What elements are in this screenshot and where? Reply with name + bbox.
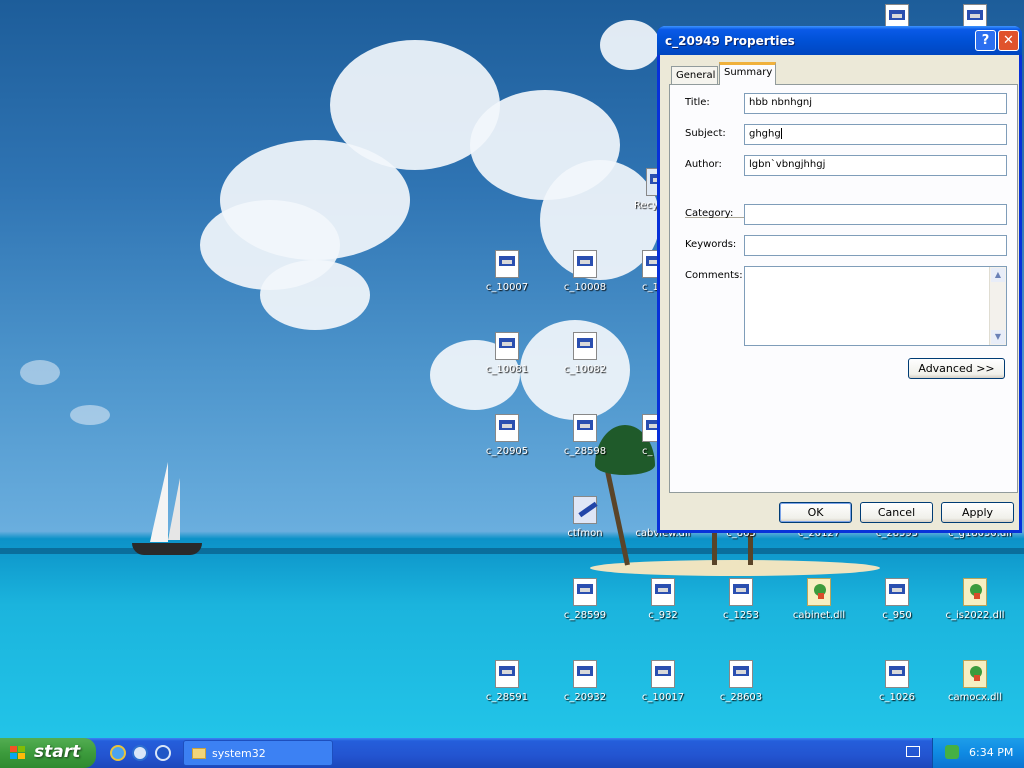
desktop-icon[interactable]: c_28598 [550, 414, 620, 457]
dll-icon [573, 414, 597, 442]
text-cursor [780, 128, 782, 139]
properties-dialog: c_20949 Properties ? ✕ General Summary T… [657, 26, 1022, 533]
desktop-icon[interactable]: c_10017 [628, 660, 698, 703]
desktop-icon[interactable]: c_1 [628, 250, 658, 293]
category-field[interactable] [744, 204, 1007, 225]
dialog-titlebar[interactable]: c_20949 Properties ? ✕ [657, 26, 1022, 55]
dll-icon [495, 332, 519, 360]
subject-label: Subject: [685, 128, 726, 139]
recycle-bin[interactable]: Recy [628, 168, 658, 211]
scroll-up-icon[interactable]: ▲ [991, 268, 1005, 282]
taskbar: start system32 6:34 PM [0, 738, 1024, 768]
taskbar-item-label: system32 [212, 747, 266, 760]
ok-button[interactable]: OK [779, 502, 852, 523]
scroll-down-icon[interactable]: ▼ [991, 330, 1005, 344]
desktop-icon[interactable]: c_1026 [862, 660, 932, 703]
dll-icon [651, 578, 675, 606]
comments-label: Comments: [685, 270, 743, 281]
dll-icon [495, 414, 519, 442]
setup-icon [963, 660, 987, 688]
cloud-decoration [70, 405, 110, 425]
tab-summary[interactable]: Summary [719, 62, 776, 85]
title-label: Title: [685, 97, 710, 108]
dll-icon [573, 660, 597, 688]
cloud-decoration [260, 260, 370, 330]
desktop-icon[interactable]: c_10081 [472, 332, 542, 375]
folder-icon [192, 748, 206, 759]
tab-general[interactable]: General [671, 66, 718, 84]
dll-icon [885, 660, 909, 688]
sailboat-hull [132, 543, 202, 555]
dialog-title: c_20949 Properties [665, 34, 795, 48]
dll-icon [729, 578, 753, 606]
desktop-icon[interactable]: c_932 [628, 578, 698, 621]
help-button[interactable]: ? [975, 30, 996, 51]
subject-value: ghghg [749, 128, 781, 140]
dll-icon [573, 250, 597, 278]
windows-logo-icon [10, 746, 26, 761]
desktop-icon[interactable]: c_ [628, 414, 658, 457]
desktop-icon[interactable]: c_10007 [472, 250, 542, 293]
setup-icon [807, 578, 831, 606]
start-button[interactable]: start [0, 738, 96, 768]
close-button[interactable]: ✕ [998, 30, 1019, 51]
keywords-label: Keywords: [685, 239, 737, 250]
desktop-icon[interactable]: c_28603 [706, 660, 776, 703]
title-field[interactable]: hbb nbnhgnj [744, 93, 1007, 114]
help-icon: ? [981, 33, 990, 48]
summary-panel: Title: hbb nbnhgnj Subject: ghghg Author… [669, 84, 1018, 493]
media-player-icon[interactable] [155, 745, 171, 761]
clock[interactable]: 6:34 PM [969, 746, 1013, 759]
apply-button[interactable]: Apply [941, 502, 1014, 523]
start-label: start [34, 742, 81, 762]
desktop-icon[interactable]: c_28599 [550, 578, 620, 621]
close-icon: ✕ [1003, 33, 1014, 48]
sailboat-jib [168, 478, 180, 540]
desktop-icon[interactable]: c_28591 [472, 660, 542, 703]
desktop-icon[interactable]: c_20932 [550, 660, 620, 703]
outlook-express-icon[interactable] [132, 745, 148, 761]
desktop-icon[interactable]: c_950 [862, 578, 932, 621]
dll-icon [573, 578, 597, 606]
dll-icon [495, 660, 519, 688]
desktop-icon[interactable]: ctfmon [550, 496, 620, 539]
keywords-field[interactable] [744, 235, 1007, 256]
dll-icon [729, 660, 753, 688]
dll-icon [495, 250, 519, 278]
cloud-decoration [600, 20, 660, 70]
comments-field[interactable]: ▲ ▼ [744, 266, 1007, 346]
setup-icon [963, 578, 987, 606]
advanced-button[interactable]: Advanced >> [908, 358, 1005, 379]
desktop-icon[interactable]: c_1253 [706, 578, 776, 621]
cloud-decoration [20, 360, 60, 385]
author-field[interactable]: lgbn`vbngjhhgj [744, 155, 1007, 176]
dll-icon [651, 660, 675, 688]
desktop-icon[interactable]: c_10082 [550, 332, 620, 375]
internet-explorer-icon[interactable] [110, 745, 126, 761]
dll-icon [885, 578, 909, 606]
subject-field[interactable]: ghghg [744, 124, 1007, 145]
cancel-button[interactable]: Cancel [860, 502, 933, 523]
system-tray: 6:34 PM [932, 738, 1024, 768]
desktop-icon[interactable]: c_20905 [472, 414, 542, 457]
desktop-icon[interactable]: c_10008 [550, 250, 620, 293]
category-label: Category: [685, 208, 734, 219]
sailboat [150, 462, 168, 542]
taskbar-item-system32[interactable]: system32 [183, 740, 333, 766]
dll-icon [642, 250, 658, 278]
dll-icon [573, 332, 597, 360]
author-label: Author: [685, 159, 722, 170]
comments-scrollbar[interactable]: ▲ ▼ [989, 267, 1006, 345]
ctfmon-icon [573, 496, 597, 524]
desktop-icon[interactable]: c_is2022.dll [940, 578, 1010, 621]
desktop-icon[interactable]: camocx.dll [940, 660, 1010, 703]
desktop-icon[interactable]: cabinet.dll [784, 578, 854, 621]
dll-icon [642, 414, 658, 442]
tray-app-icon[interactable] [945, 745, 959, 759]
keyboard-icon[interactable] [906, 746, 920, 757]
island [590, 560, 880, 576]
